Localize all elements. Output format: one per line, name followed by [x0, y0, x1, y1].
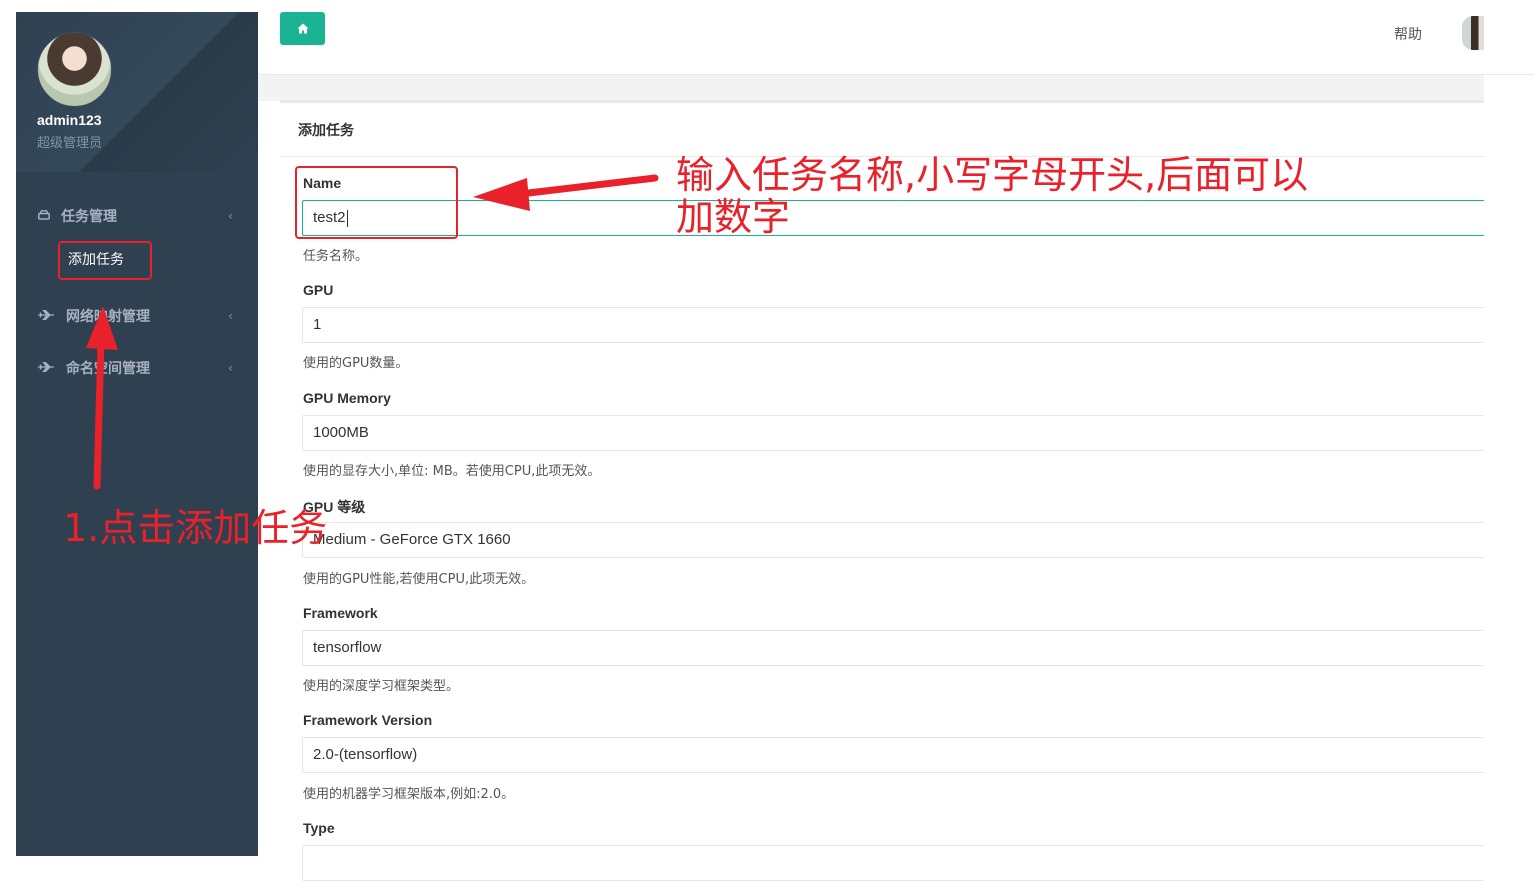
- hdd-icon: [38, 209, 50, 224]
- gpu-level-select[interactable]: Medium - GeForce GTX 1660: [302, 522, 1484, 558]
- framework-version-help: 使用的机器学习框架版本,例如:2.0。: [303, 787, 515, 802]
- help-link[interactable]: 帮助: [1394, 24, 1422, 44]
- sidebar-item-namespace[interactable]: 命名空间管理 ‹: [16, 348, 258, 388]
- content-background: [258, 75, 1484, 101]
- gpu-memory-input[interactable]: 1000MB: [302, 415, 1484, 451]
- chevron-left-icon: ‹: [228, 309, 233, 323]
- home-button[interactable]: [280, 12, 325, 45]
- name-help: 任务名称。: [303, 249, 369, 264]
- annotation-name-hint-line2: 加数字: [676, 195, 791, 239]
- profile-username[interactable]: admin123: [37, 112, 102, 128]
- top-user-avatar[interactable]: [1462, 16, 1484, 50]
- name-input[interactable]: test2: [302, 200, 1484, 236]
- framework-help: 使用的深度学习框架类型。: [303, 679, 460, 694]
- sidebar-item-label: 网络映射管理: [66, 309, 150, 325]
- panel-title: 添加任务: [298, 123, 354, 139]
- annotation-highlight-add-task: [58, 241, 152, 280]
- gpu-level-help: 使用的GPU性能,若使用CPU,此项无效。: [303, 572, 535, 587]
- chevron-left-icon: ‹: [228, 209, 233, 223]
- sidebar: admin123 超级管理员 任务管理 ‹ 添加任务 网络映射管理 ‹ 命名空间…: [16, 12, 258, 856]
- gpu-help: 使用的GPU数量。: [303, 356, 409, 371]
- annotation-name-hint-line1: 输入任务名称,小写字母开头,后面可以: [676, 153, 1309, 197]
- type-label: Type: [303, 820, 335, 836]
- gpu-memory-label: GPU Memory: [303, 390, 391, 406]
- sidebar-item-label: 任务管理: [61, 209, 117, 225]
- plane-icon: [38, 360, 54, 376]
- gpu-label: GPU: [303, 282, 334, 298]
- annotation-step-1: 1.点击添加任务: [63, 506, 328, 550]
- gpu-memory-help: 使用的显存大小,单位: MB。若使用CPU,此项无效。: [303, 464, 601, 479]
- user-avatar[interactable]: [37, 32, 112, 107]
- annotation-highlight-name-field: [295, 166, 458, 239]
- sidebar-item-network-mapping[interactable]: 网络映射管理 ‹: [16, 296, 258, 336]
- framework-version-label: Framework Version: [303, 712, 433, 728]
- chevron-left-icon: ‹: [228, 361, 233, 375]
- sidebar-item-task-management[interactable]: 任务管理 ‹: [16, 196, 258, 236]
- home-icon: [297, 23, 308, 34]
- add-task-panel: 添加任务 Name test2 任务名称。 GPU 1 使用的GPU数量。 GP…: [280, 100, 1484, 881]
- sidebar-item-label: 命名空间管理: [66, 361, 150, 377]
- framework-label: Framework: [303, 605, 378, 621]
- type-select[interactable]: [302, 845, 1484, 881]
- framework-select[interactable]: tensorflow: [302, 630, 1484, 666]
- profile-role: 超级管理员: [37, 136, 103, 151]
- gpu-input[interactable]: 1: [302, 307, 1484, 343]
- profile-panel: admin123 超级管理员: [16, 12, 258, 172]
- top-navbar: 帮助: [258, 0, 1534, 75]
- framework-version-select[interactable]: 2.0-(tensorflow): [302, 737, 1484, 773]
- plane-icon: [38, 308, 54, 324]
